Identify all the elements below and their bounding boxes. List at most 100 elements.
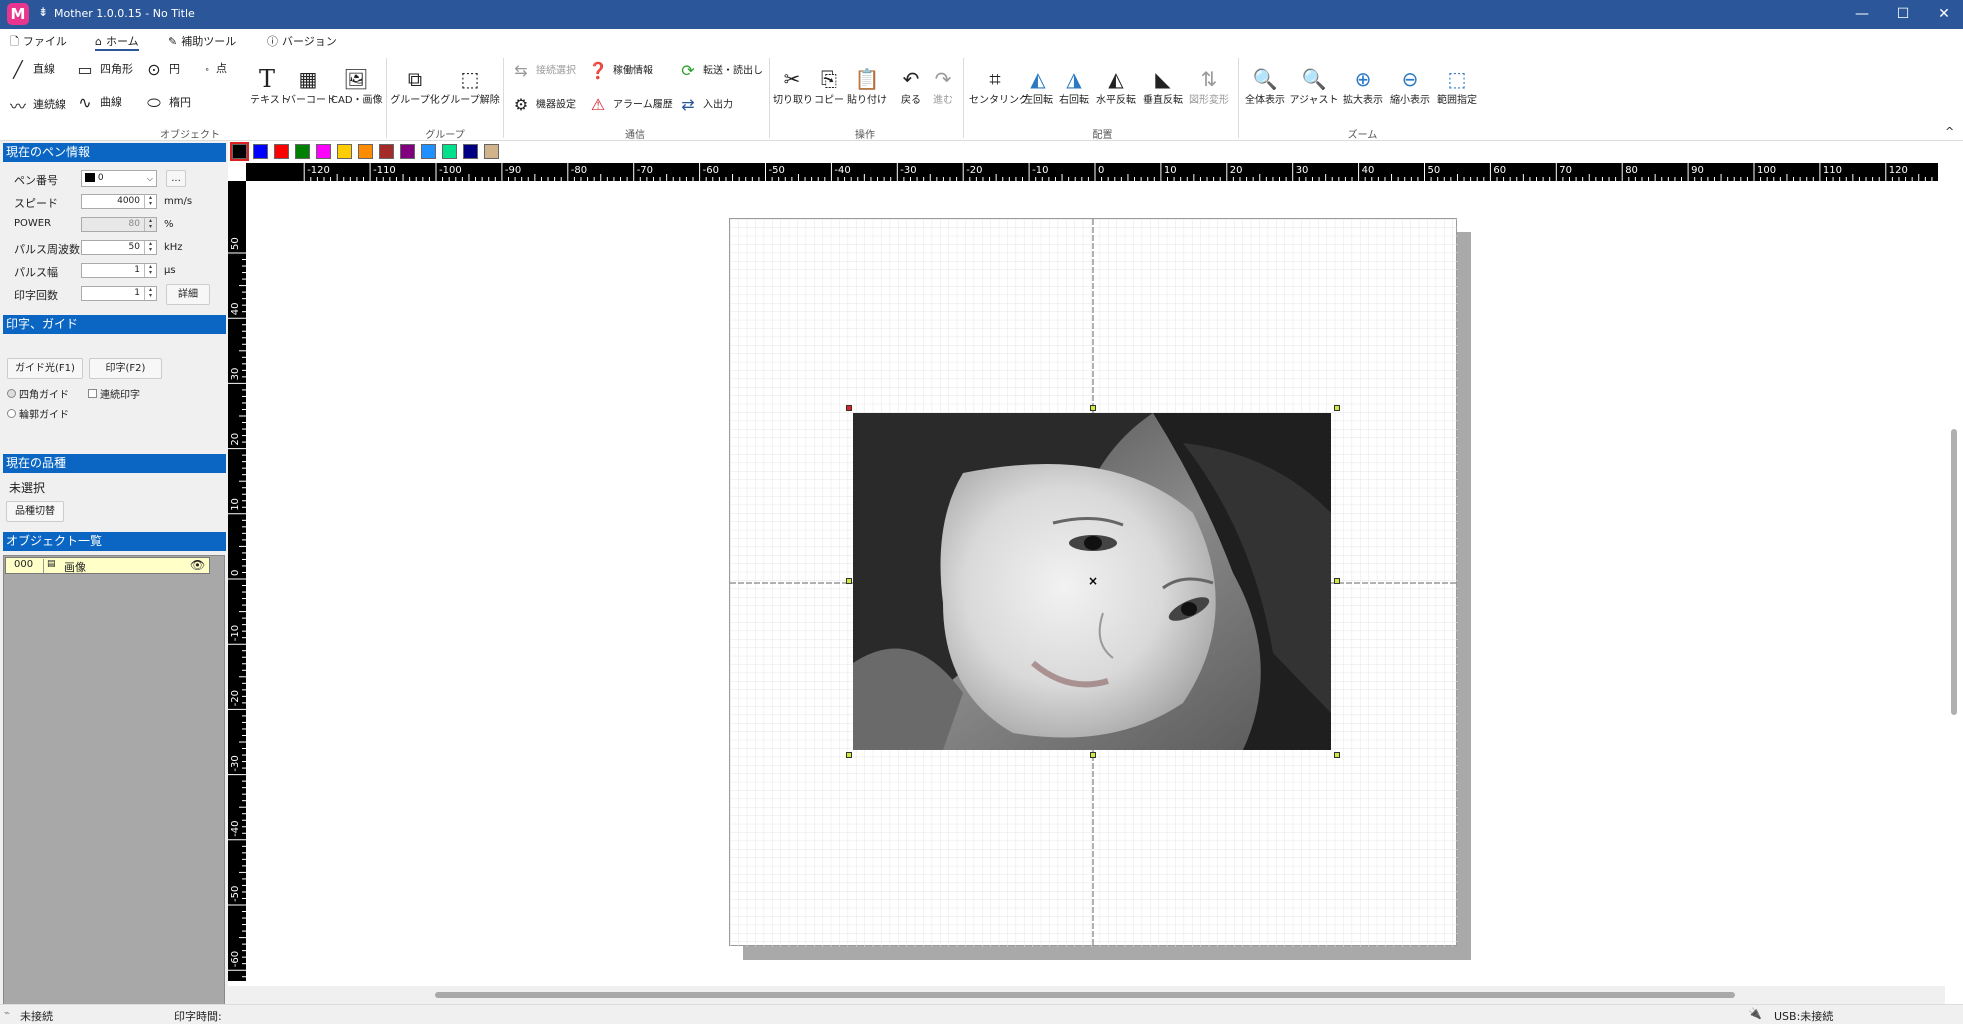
circle-button[interactable]: ⊙ 円 [141,60,180,79]
vertical-scroll-thumb[interactable] [1951,429,1957,715]
color-swatch[interactable] [253,144,268,159]
range-zoom-button[interactable]: ⬚ 範囲指定 [1434,67,1480,106]
transform-button[interactable]: ⇅ 図形変形 [1186,67,1232,106]
curve-button[interactable]: ∿ 曲線 [72,93,122,112]
color-swatch[interactable] [230,142,249,161]
tab-home[interactable]: ⌂ ホーム [95,32,139,51]
selection-handle[interactable] [846,578,852,584]
cad-image-button[interactable]: 🖼 CAD・画像 [331,67,383,106]
product-switch-button[interactable]: 品種切替 [6,501,64,522]
paste-button[interactable]: 📋 貼り付け [847,67,887,106]
barcode-label: バーコード [286,95,336,106]
ungroup-button[interactable]: ⬚ グループ解除 [440,67,500,106]
power-input[interactable]: 80 ▴ ▾ [81,217,157,232]
ribbon-separator [769,58,770,138]
list-item[interactable]: 000 ▤ 画像 👁 [5,557,210,574]
vertical-ruler-ticks: 50 40 30 20 10 0 -10 -20 -30 -40 -50 -60 [228,237,246,978]
pen-more-button[interactable]: ... [166,170,186,187]
ellipse-button[interactable]: ⬭ 楕円 [141,93,191,113]
color-swatch[interactable] [463,144,478,159]
group-button[interactable]: ⧉ グループ化 [390,67,440,106]
adjust-button[interactable]: 🔍 アジャスト [1289,67,1339,106]
adjust-magnifier-icon: 🔍 [1301,67,1327,91]
ruler-tick-label: -40 [834,165,850,176]
speed-input[interactable]: 4000 ▴ ▾ [81,194,157,209]
minimize-button[interactable]: — [1839,0,1885,29]
flip-vertical-button[interactable]: ◣ 垂直反転 [1140,67,1186,106]
range-zoom-icon: ⬚ [1447,67,1467,91]
tab-version[interactable]: ⓘ バージョン [267,32,337,51]
tab-file[interactable]: 🗋 ファイル [10,32,67,51]
print-count-input[interactable]: 1 ▴ ▾ [81,286,157,301]
line-button[interactable]: ╱ 直線 [5,60,55,79]
tab-tools[interactable]: ✎ 補助ツール [168,32,236,51]
guide-light-button[interactable]: ガイド光(F1) [7,358,83,379]
color-swatch[interactable] [337,144,352,159]
cut-button[interactable]: ✂ 切り取り [773,67,813,106]
ribbon-separator [386,58,387,138]
transfer-button[interactable]: ⟳ 転送・読出し [675,61,763,80]
color-swatch[interactable] [400,144,415,159]
frequency-input[interactable]: 50 ▴ ▾ [81,240,157,255]
flip-horizontal-button[interactable]: ◭ 水平反転 [1093,67,1139,106]
barcode-button[interactable]: ▦ バーコード [286,67,336,106]
selection-handle[interactable] [846,752,852,758]
color-swatch[interactable] [379,144,394,159]
rotate-left-button[interactable]: ◭ 左回転 [1021,67,1055,106]
selection-handle[interactable] [1090,405,1096,411]
polyline-button[interactable]: 〰連続線 [5,93,66,117]
outline-guide-radio[interactable]: 輪郭ガイド [7,406,69,421]
ruler-tick-label: 60 [1493,165,1506,176]
color-swatch[interactable] [295,144,310,159]
fit-all-button[interactable]: 🔍 全体表示 [1242,67,1288,106]
horizontal-scroll-thumb[interactable] [435,992,1735,998]
ribbon-separator [1238,58,1239,138]
copy-button[interactable]: ⎘ コピー [812,67,846,106]
color-swatch[interactable] [484,144,499,159]
operation-info-button[interactable]: ❓ 稼働情報 [585,61,653,80]
continuous-print-checkbox[interactable]: 連続印字 [88,386,140,401]
color-swatch[interactable] [442,144,457,159]
vertical-scrollbar[interactable] [1945,163,1963,1004]
speed-spinner[interactable]: ▴ ▾ [144,195,156,208]
pen-no-select[interactable]: 0 ⌵ [81,170,157,187]
selection-handle[interactable] [1334,752,1340,758]
quick-access-menu[interactable]: ⇟ [38,5,48,19]
close-button[interactable]: ✕ [1921,0,1963,29]
color-swatch[interactable] [421,144,436,159]
device-settings-button[interactable]: ⚙ 機器設定 [508,95,576,114]
eye-icon[interactable]: 👁 [190,558,205,572]
alarm-history-button[interactable]: ⚠ アラーム履歴 [585,95,673,114]
rectangle-button[interactable]: ▭ 四角形 [72,60,133,79]
selection-handle[interactable] [1334,405,1340,411]
color-swatch[interactable] [274,144,289,159]
horizontal-scrollbar[interactable] [228,986,1945,1004]
text-button[interactable]: T テキスト [250,67,290,106]
object-list[interactable]: 000 ▤ 画像 👁 [3,555,225,1005]
color-swatch[interactable] [358,144,373,159]
color-swatch[interactable] [316,144,331,159]
zoom-in-button[interactable]: ⊕ 拡大表示 [1340,67,1386,106]
pulse-width-input[interactable]: 1 ▴ ▾ [81,263,157,278]
rect-guide-radio[interactable]: 四角ガイド [7,386,69,401]
centering-button[interactable]: ⌗ センタリング [969,67,1029,106]
selection-handle[interactable] [846,405,852,411]
pulse-width-spinner[interactable]: ▴ ▾ [144,264,156,277]
connect-select-button[interactable]: ⇆ 接続選択 [508,61,576,80]
io-button[interactable]: ⇄ 入出力 [675,95,733,114]
undo-button[interactable]: ↶ 戻る [896,67,926,106]
redo-button[interactable]: ↷ 進む [928,67,958,106]
collapse-ribbon-button[interactable]: ^ [1945,125,1954,138]
print-count-spinner[interactable]: ▴ ▾ [144,287,156,300]
power-spinner[interactable]: ▴ ▾ [144,218,156,231]
rotate-right-button[interactable]: ◮ 右回転 [1057,67,1091,106]
maximize-button[interactable]: ☐ [1880,0,1926,29]
selection-handle[interactable] [1334,578,1340,584]
detail-button[interactable]: 詳細 [166,284,210,305]
selection-handle[interactable] [1090,752,1096,758]
tab-file-label: ファイル [22,35,67,48]
zoom-out-button[interactable]: ⊖ 縮小表示 [1387,67,1433,106]
point-button[interactable]: ∘ 点 [200,60,227,76]
print-button[interactable]: 印字(F2) [89,358,162,379]
frequency-spinner[interactable]: ▴ ▾ [144,241,156,254]
